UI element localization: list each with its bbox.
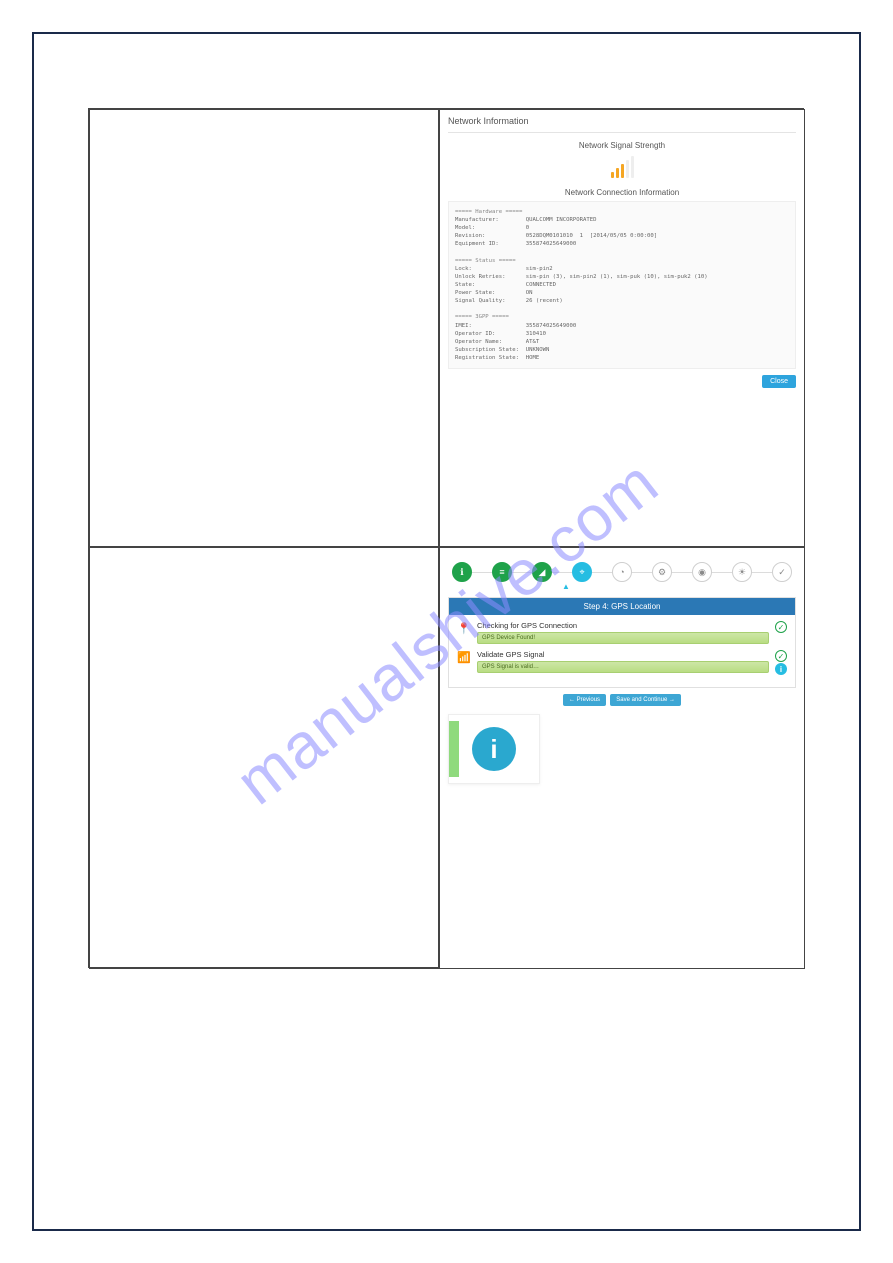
status-signal: 26 (recent) [526,298,563,304]
connection-info-heading: Network Connection Information [448,188,796,197]
info-callout-card: i [448,714,540,784]
gps-validate-status-bar: GPS Signal is valid… [477,661,769,673]
save-continue-button[interactable]: Save and Continue → [610,694,681,706]
cell-top-left [89,109,439,547]
signal-icon: 📶 [457,650,471,664]
gpp-imei: 355874025649000 [526,323,577,329]
status-header: ===== Status ===== [455,258,516,264]
previous-button[interactable]: ← Previous [563,694,606,706]
location-pin-icon: 📍 [457,621,471,635]
status-lock: sim-pin2 [526,266,553,272]
gpp-op-name: AT&T [526,339,539,345]
signal-strength-heading: Network Signal Strength [448,141,796,150]
check-icon: ✓ [775,650,787,662]
status-unlock: sim-pin (3), sim-pin2 (1), sim-puk (10),… [526,274,708,280]
wizard-step-2[interactable]: ≡ [492,562,512,582]
cell-top-right: Network Information Network Signal Stren… [439,109,805,547]
gps-check-label: Checking for GPS Connection [477,621,769,630]
info-large-icon: i [472,727,516,771]
cell-bottom-right: ℹ ≡ ◢ ⌖ ◔ ⚙ ◉ ☀ ✓ ▲ Step 4: GPS Location… [439,547,805,969]
network-info-title: Network Information [448,116,796,126]
gps-check-status-bar: GPS Device Found! [477,632,769,644]
hw-revision: 0528DQM0101010 1 [2014/05/05 0:00:00] [526,233,657,239]
wizard-step-3[interactable]: ◢ [532,562,552,582]
active-step-caret-icon: ▲ [439,582,796,591]
hw-manufacturer: QUALCOMM INCORPORATED [526,217,597,223]
hw-model: 0 [526,225,529,231]
callout-stripe [449,721,459,777]
gpp-header: ===== 3GPP ===== [455,314,509,320]
gpp-sub-state: UNKNOWN [526,347,550,353]
content-table: Network Information Network Signal Stren… [88,108,804,968]
gps-check-row: 📍 Checking for GPS Connection GPS Device… [457,621,787,644]
step-panel-title: Step 4: GPS Location [449,598,795,615]
close-button[interactable]: Close [762,375,796,388]
connection-info-box: ===== Hardware ===== Manufacturer: QUALC… [448,201,796,369]
wizard-step-8[interactable]: ☀ [732,562,752,582]
divider [448,132,796,133]
hw-equipment-id: 355874025649000 [526,241,577,247]
wizard-nav: ℹ ≡ ◢ ⌖ ◔ ⚙ ◉ ☀ ✓ [452,562,792,582]
gps-validate-label: Validate GPS Signal [477,650,769,659]
cell-bottom-left [89,547,439,969]
step-panel: Step 4: GPS Location 📍 Checking for GPS … [448,597,796,688]
wizard-step-7[interactable]: ◉ [692,562,712,582]
gpp-reg-state: HOME [526,355,539,361]
signal-bars-icon [448,156,796,178]
gps-validate-row: 📶 Validate GPS Signal GPS Signal is vali… [457,650,787,675]
wizard-step-4[interactable]: ⌖ [572,562,592,582]
check-icon: ✓ [775,621,787,633]
wizard-step-5[interactable]: ◔ [612,562,632,582]
status-power: ON [526,290,533,296]
hw-header: ===== Hardware ===== [455,209,522,215]
wizard-step-9[interactable]: ✓ [772,562,792,582]
info-icon[interactable]: i [775,663,787,675]
gpp-op-id: 310410 [526,331,546,337]
wizard-step-1[interactable]: ℹ [452,562,472,582]
status-state: CONNECTED [526,282,556,288]
wizard-step-6[interactable]: ⚙ [652,562,672,582]
